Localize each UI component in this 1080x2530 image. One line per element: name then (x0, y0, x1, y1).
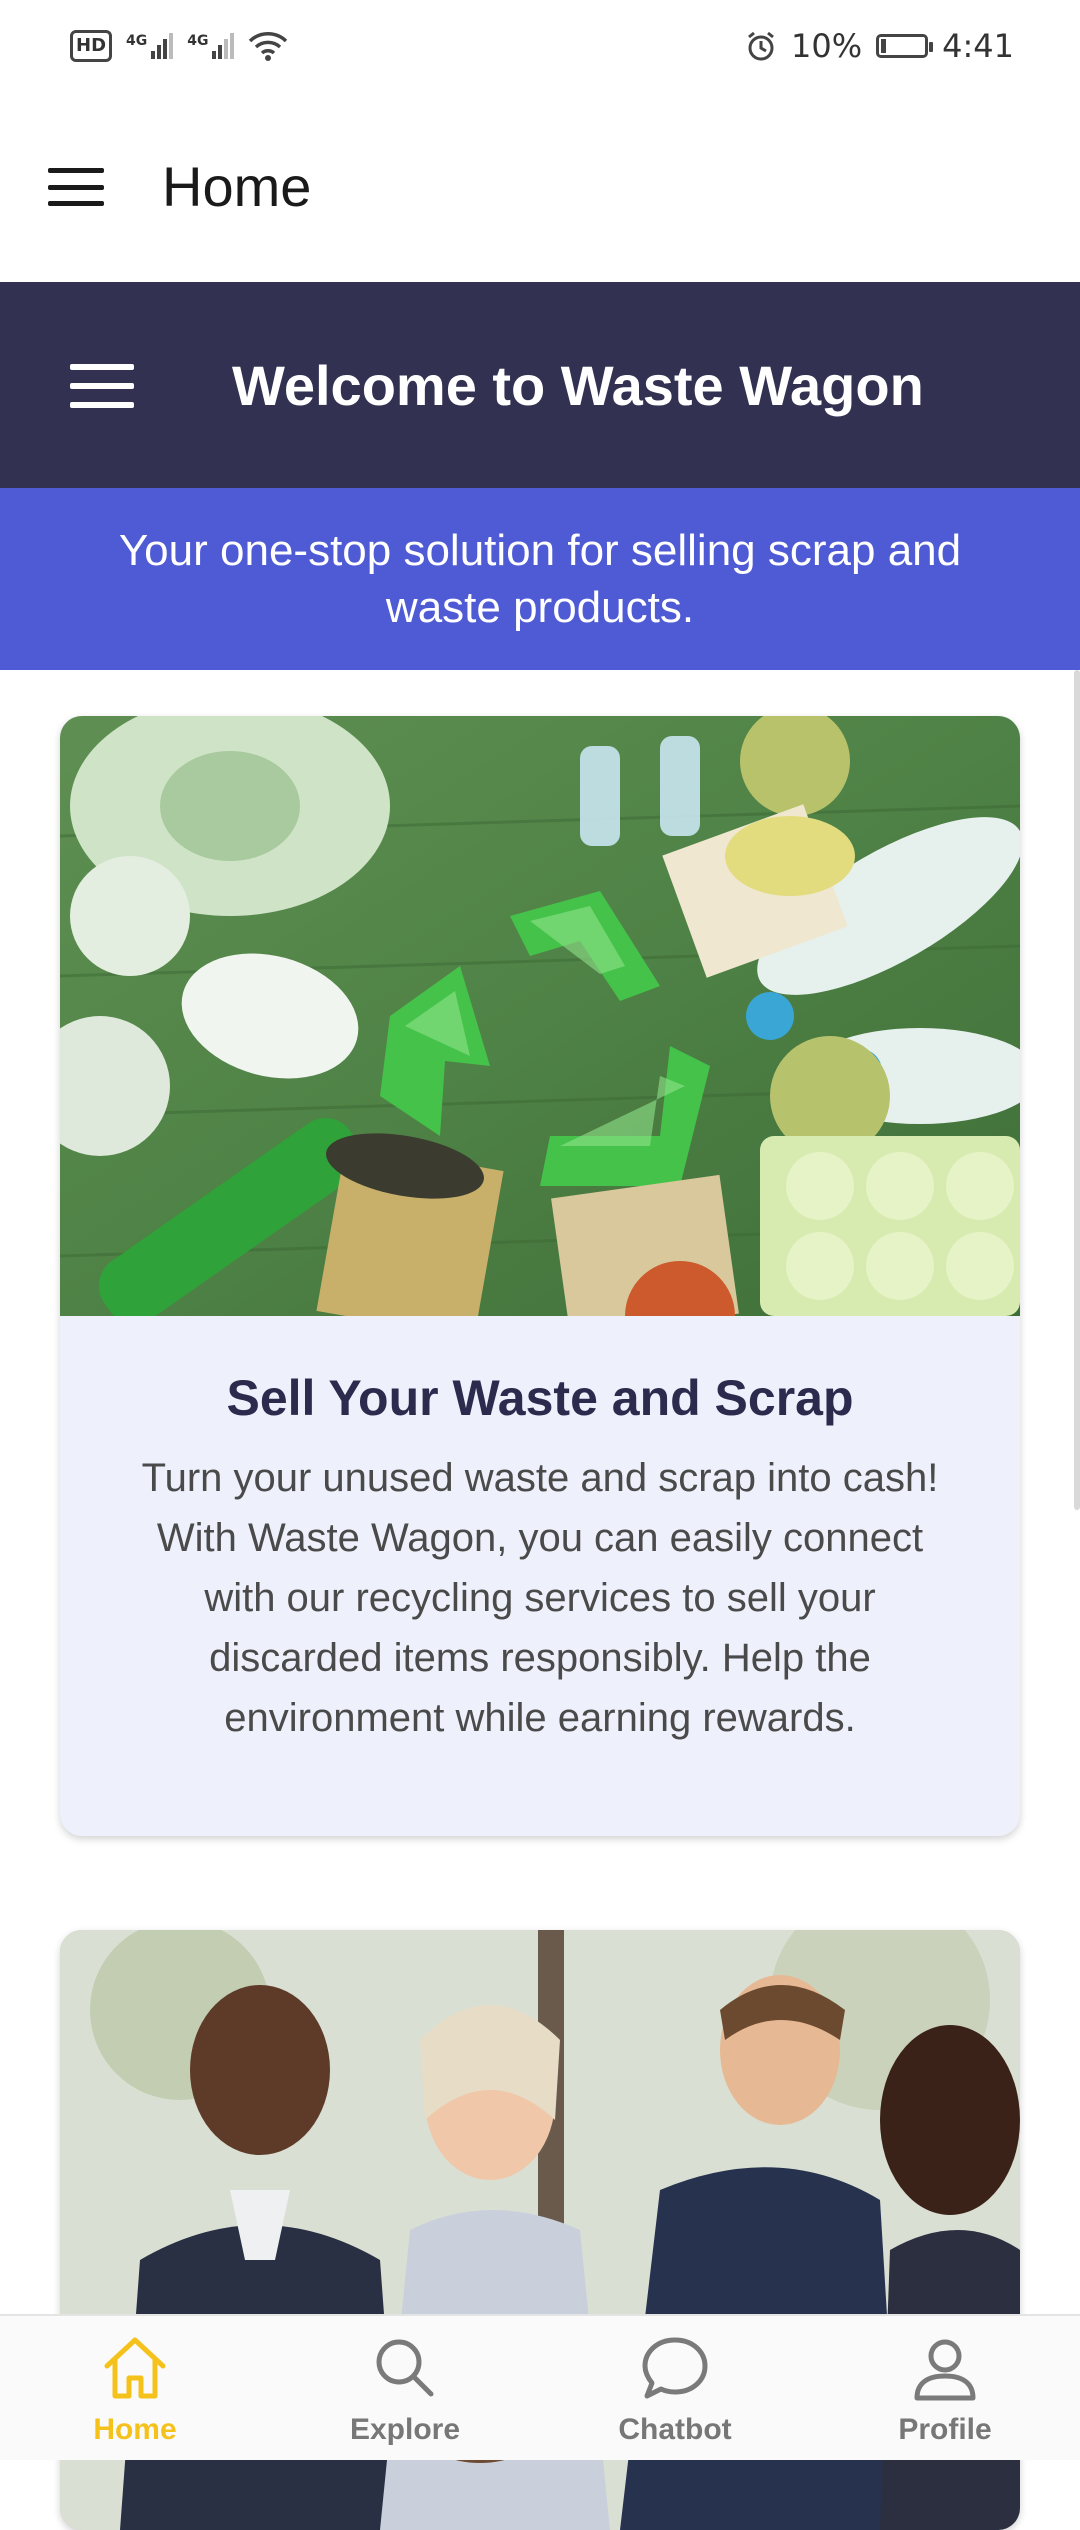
nav-explore-label: Explore (349, 2413, 461, 2446)
page-title: Home (162, 155, 312, 218)
welcome-header: Welcome to Waste Wagon (0, 282, 1080, 488)
card-body: Sell Your Waste and Scrap Turn your unus… (60, 1316, 1020, 1748)
drawer-menu-icon[interactable] (70, 364, 134, 408)
scrollbar[interactable] (1074, 670, 1080, 1510)
clock: 4:41 (942, 27, 1014, 65)
search-icon (376, 2339, 434, 2397)
battery-percent: 10% (791, 27, 863, 65)
chat-bubble-icon (642, 2337, 708, 2399)
nav-profile[interactable]: Profile (810, 2316, 1080, 2460)
tagline-text: Your one-stop solution for selling scrap… (118, 526, 962, 632)
nav-explore[interactable]: Explore (270, 2316, 540, 2460)
network-type-1: 4G (126, 33, 148, 49)
bottom-nav: Home Explore Chatbot Profile (0, 2314, 1080, 2460)
nav-chatbot-label: Chatbot (618, 2413, 732, 2446)
card-title: Sell Your Waste and Scrap (226, 1370, 854, 1426)
nav-home[interactable]: Home (0, 2316, 270, 2460)
nav-profile-label: Profile (898, 2413, 992, 2446)
signal-icon-2: 4G (187, 33, 235, 59)
recycling-image (60, 716, 1020, 1316)
tagline-banner: Your one-stop solution for selling scrap… (0, 488, 1080, 670)
status-right: 10% 4:41 (745, 27, 1014, 65)
person-icon (914, 2339, 976, 2401)
menu-icon[interactable] (48, 168, 104, 206)
sell-waste-card[interactable]: Sell Your Waste and Scrap Turn your unus… (60, 716, 1020, 1836)
welcome-title: Welcome to Waste Wagon (232, 354, 924, 417)
home-icon (104, 2337, 166, 2399)
status-bar: HD 4G 4G 10% 4:41 (0, 0, 1080, 92)
status-left: HD 4G 4G (70, 30, 288, 62)
card-description: Turn your unused waste and scrap into ca… (141, 1456, 939, 1740)
signal-icon-1: 4G (126, 33, 174, 59)
nav-chatbot[interactable]: Chatbot (540, 2316, 810, 2460)
app-bar: Home (0, 92, 1080, 282)
battery-icon (876, 34, 934, 58)
alarm-icon (748, 31, 774, 61)
network-type-2: 4G (187, 33, 209, 49)
nav-home-label: Home (93, 2413, 177, 2446)
wifi-icon (249, 32, 288, 61)
hd-voice-icon: HD (70, 30, 113, 62)
